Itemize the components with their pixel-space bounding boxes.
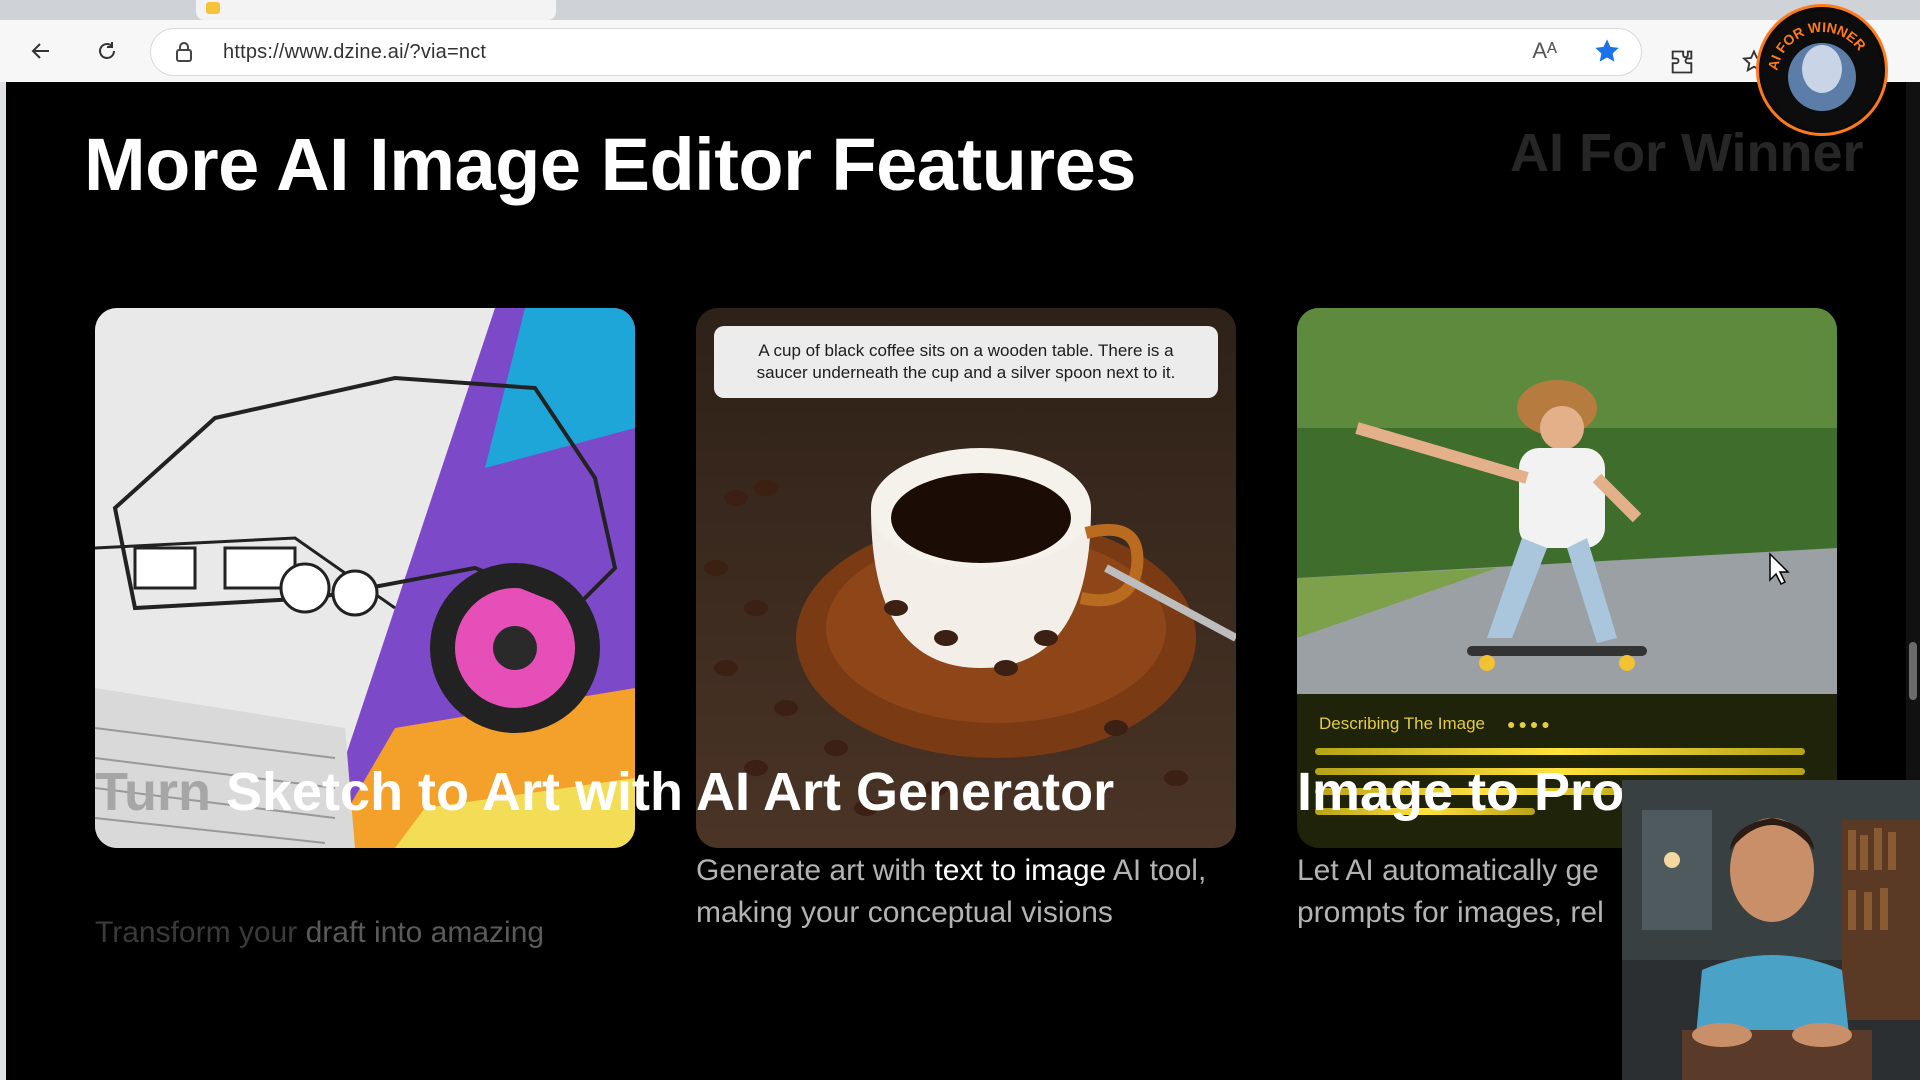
extensions-icon[interactable] <box>1668 48 1696 76</box>
tab-strip <box>0 0 1920 20</box>
tab-favicon-icon <box>206 2 220 14</box>
text-to-image-link[interactable]: text to image <box>934 854 1106 887</box>
back-arrow-icon <box>31 43 49 59</box>
card-desc-sketch: Transform your draft into amazing <box>95 916 545 949</box>
scrollbar-thumb[interactable] <box>1909 642 1917 700</box>
active-tab[interactable] <box>196 0 556 20</box>
address-bar[interactable]: https://www.dzine.ai/?via=nct Aᴬ <box>150 28 1642 76</box>
logo-badge-icon: AI FOR WINNER <box>1762 10 1882 130</box>
card-title-art-generator: AI Art Generator <box>696 762 1115 822</box>
presenter-video-image <box>1622 780 1920 1080</box>
channel-logo: AI FOR WINNER <box>1756 4 1888 136</box>
webcam-overlay <box>1622 780 1920 1080</box>
text-line-bar <box>1315 748 1805 755</box>
mouse-cursor-icon <box>1769 552 1790 586</box>
card-desc-art-generator: Generate art with text to image AI tool,… <box>696 854 1207 929</box>
browser-toolbar: https://www.dzine.ai/?via=nct Aᴬ <box>0 20 1920 83</box>
read-aloud-icon[interactable]: Aᴬ <box>1532 38 1557 64</box>
reload-button[interactable] <box>90 34 124 68</box>
favorite-star-icon[interactable] <box>1593 37 1621 65</box>
card-title-image-to-prompt: Image to Pro <box>1297 762 1625 822</box>
section-heading: More AI Image Editor Features <box>84 123 1136 206</box>
reload-icon <box>99 42 115 59</box>
lock-icon[interactable] <box>175 41 193 63</box>
card-title-sketch: Turn Sketch to Art with AI <box>95 762 750 822</box>
prompt-text-box: A cup of black coffee sits on a wooden t… <box>714 326 1218 398</box>
loading-dots-icon: ●●●● <box>1507 716 1553 732</box>
skateboarder-image <box>1297 308 1837 694</box>
back-button[interactable] <box>24 34 58 68</box>
describing-label: Describing The Image <box>1319 714 1485 733</box>
url-text[interactable]: https://www.dzine.ai/?via=nct <box>223 41 486 64</box>
